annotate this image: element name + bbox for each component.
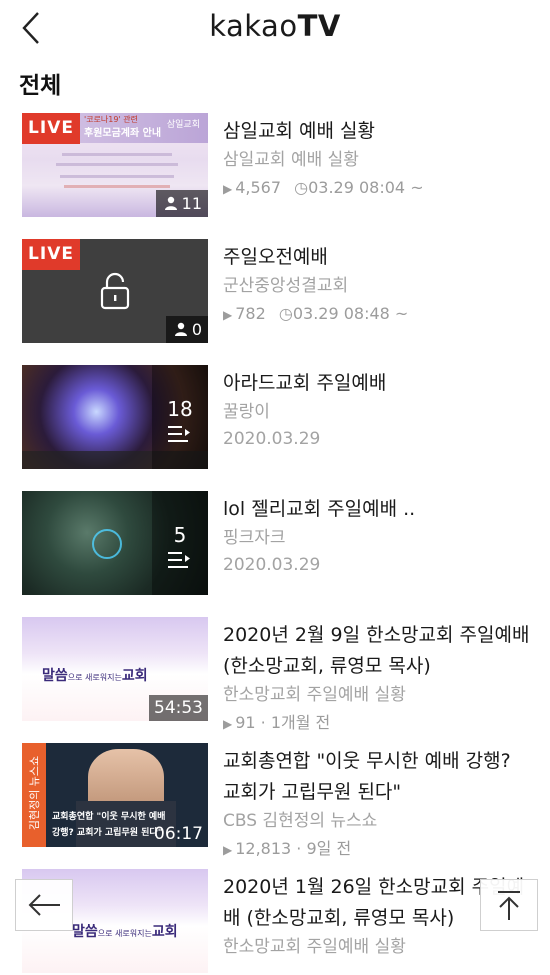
playlist-count: 18 (167, 397, 193, 421)
start-time: 03.29 08:48 ~ (292, 304, 409, 323)
thumb-notice-title: 후원모금계좌 안내 (84, 128, 162, 139)
play-icon: ▶ (223, 308, 233, 322)
list-item[interactable]: 말씀으로 새로워지는교회 2020년 1월 26일 한소망교회 주일예배 (한소… (0, 869, 550, 975)
view-count: 4,567 (235, 178, 282, 197)
playlist-icon (168, 552, 190, 568)
thumb-title: 말씀으로 새로워지는교회 (42, 668, 148, 684)
video-title[interactable]: 2020년 2월 9일 한소망교회 주일예배 (한소망교회, 류영모 목사) (223, 620, 533, 682)
person-icon (174, 322, 187, 336)
video-info: 삼일교회 예배 실황 삼일교회 예배 실황 ▶ 4,567 ◷03.29 08:0… (223, 116, 533, 203)
list-item[interactable]: 김현정의 뉴스쇼 교회총연합 "이웃 무시한 예배 강행? 교회가 고립무원 된… (0, 743, 550, 858)
video-title[interactable]: lol 젤리교회 주일예배 .. (223, 494, 533, 525)
list-item[interactable]: 5 lol 젤리교회 주일예배 .. 핑크자크 2020.03.29 (0, 491, 550, 597)
video-title[interactable]: 교회총연합 "이웃 무시한 예배 강행? 교회가 고립무원 된다" (223, 746, 533, 808)
playlist-icon (168, 426, 190, 442)
playlist-count: 5 (173, 523, 187, 547)
video-title[interactable]: 아라드교회 주일예배 (223, 368, 533, 399)
video-info: 아라드교회 주일예배 꿀랑이 2020.03.29 (223, 368, 533, 453)
channel-name[interactable]: CBS 김현정의 뉴스쇼 (223, 808, 533, 835)
scroll-top-button[interactable] (480, 879, 538, 931)
view-count: 782 (235, 304, 266, 323)
upload-date: 2020.03.29 (223, 555, 321, 575)
channel-name[interactable]: 꿀랑이 (223, 399, 533, 426)
logo-text-bold: TV (297, 9, 341, 43)
video-info: 2020년 2월 9일 한소망교회 주일예배 (한소망교회, 류영모 목사) 한… (223, 620, 533, 738)
section-title: 전체 (19, 73, 62, 99)
list-item[interactable]: LIVE 0 주일오전예배 군산중앙성결교회 ▶ 782 ◷03.29 08:48… (0, 239, 550, 345)
play-icon: ▶ (223, 843, 233, 857)
list-item[interactable]: 말씀으로 새로워지는교회 54:53 2020년 2월 9일 한소망교회 주일예… (0, 617, 550, 732)
duration-badge: 54:53 (149, 695, 208, 721)
logo-text: kakao (209, 9, 298, 43)
duration-badge: 06:17 (154, 824, 203, 844)
kakaotv-logo: kakaoTV (0, 9, 550, 43)
viewer-count: 0 (165, 316, 208, 343)
video-thumbnail[interactable]: 5 (22, 491, 208, 595)
video-info: 주일오전예배 군산중앙성결교회 ▶ 782 ◷03.29 08:48 ~ (223, 242, 533, 329)
arrow-up-to-top-icon (498, 891, 520, 920)
lock-icon (100, 272, 130, 310)
list-item[interactable]: 18 아라드교회 주일예배 꿀랑이 2020.03.29 (0, 365, 550, 471)
viewer-count: 11 (155, 190, 208, 217)
video-info: lol 젤리교회 주일예배 .. 핑크자크 2020.03.29 (223, 494, 533, 579)
video-meta: ▶ 4,567 ◷03.29 08:04 ~ (223, 174, 533, 203)
viewer-count-value: 11 (181, 194, 202, 213)
thumb-church-name: 삼일교회 (166, 120, 200, 130)
video-thumbnail[interactable]: 김현정의 뉴스쇼 교회총연합 "이웃 무시한 예배 강행? 교회가 고립무원 된… (22, 743, 208, 847)
channel-name[interactable]: 핑크자크 (223, 525, 533, 552)
video-title[interactable]: 삼일교회 예배 실황 (223, 116, 533, 147)
video-info: 교회총연합 "이웃 무시한 예배 강행? 교회가 고립무원 된다" CBS 김현… (223, 746, 533, 864)
arrow-left-icon (28, 894, 60, 916)
thumb-show-name: 김현정의 뉴스쇼 (28, 755, 41, 831)
thumb-title: 말씀으로 새로워지는교회 (72, 924, 178, 940)
video-meta: ▶ 12,813 · 9일 전 (223, 835, 533, 864)
video-title[interactable]: 주일오전예배 (223, 242, 533, 273)
live-badge: LIVE (22, 113, 80, 144)
video-thumbnail[interactable]: LIVE 0 (22, 239, 208, 343)
view-stats: 91 · 1개월 전 (235, 713, 331, 732)
playlist-overlay: 18 (152, 365, 208, 469)
live-badge: LIVE (22, 239, 80, 270)
back-floating-button[interactable] (15, 879, 73, 931)
video-thumbnail[interactable]: '코로나19' 관련 후원모금계좌 안내 삼일교회 LIVE 11 (22, 113, 208, 217)
channel-name[interactable]: 한소망교회 주일예배 실황 (223, 934, 533, 961)
play-icon: ▶ (223, 182, 233, 196)
video-thumbnail[interactable]: 18 (22, 365, 208, 469)
upload-date: 2020.03.29 (223, 429, 321, 449)
viewer-count-value: 0 (191, 320, 202, 339)
video-meta: ▶ 91 · 1개월 전 (223, 709, 533, 738)
top-bar: kakaoTV (0, 0, 550, 56)
video-meta: ▶ 782 ◷03.29 08:48 ~ (223, 300, 533, 329)
list-item[interactable]: '코로나19' 관련 후원모금계좌 안내 삼일교회 LIVE 11 삼일교회 예… (0, 113, 550, 219)
view-stats: 12,813 · 9일 전 (235, 839, 352, 858)
channel-name[interactable]: 군산중앙성결교회 (223, 273, 533, 300)
play-icon: ▶ (223, 717, 233, 731)
person-icon (164, 196, 177, 210)
video-thumbnail[interactable]: 말씀으로 새로워지는교회 54:53 (22, 617, 208, 721)
playlist-overlay: 5 (152, 491, 208, 595)
channel-name[interactable]: 한소망교회 주일예배 실황 (223, 682, 533, 709)
channel-name[interactable]: 삼일교회 예배 실황 (223, 147, 533, 174)
clock-icon: ◷ (294, 178, 309, 197)
start-time: 03.29 08:04 ~ (308, 178, 424, 197)
clock-icon: ◷ (278, 304, 293, 323)
